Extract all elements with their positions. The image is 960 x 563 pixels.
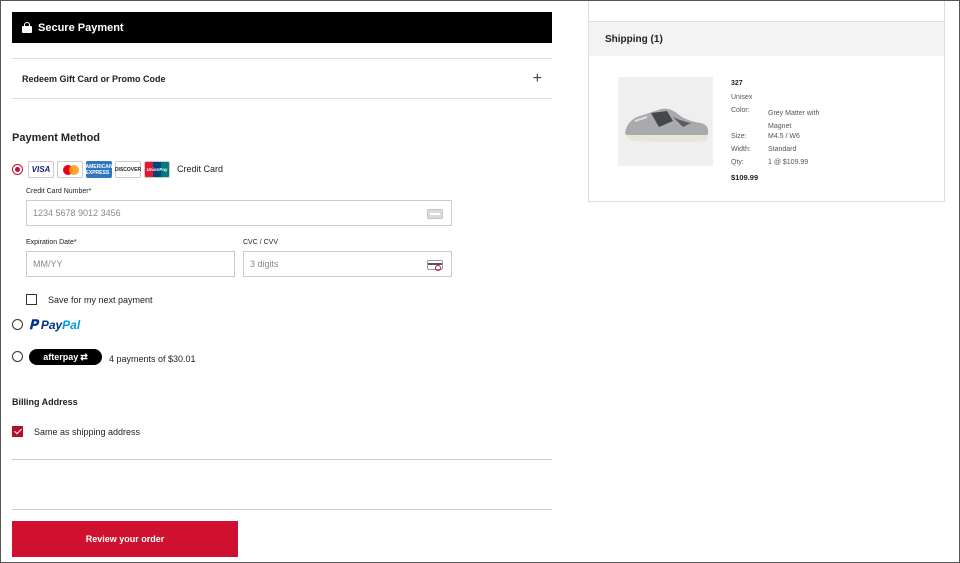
divider [12, 509, 552, 510]
promo-code-toggle[interactable]: Redeem Gift Card or Promo Code + [12, 58, 552, 99]
mastercard-icon [57, 161, 83, 178]
expiration-label: Expiration Date* [26, 239, 77, 246]
cvc-card-icon [427, 260, 443, 271]
review-order-button[interactable]: Review your order [12, 521, 238, 557]
product-gender: Unisex [731, 94, 753, 101]
expiration-input[interactable]: MM/YY [26, 251, 235, 277]
card-number-label: Credit Card Number* [26, 188, 92, 195]
payment-method-title: Payment Method [12, 132, 101, 144]
afterpay-radio[interactable] [12, 351, 23, 362]
order-summary: Shipping (1) 327 Unisex Color: Grey Matt… [588, 1, 945, 202]
product-name: 327 [731, 80, 743, 87]
secure-payment-header: Secure Payment [12, 12, 552, 43]
afterpay-arrows-icon: ⇄ [80, 351, 88, 362]
paypal-p-icon: 𝐏 [29, 317, 38, 332]
unionpay-icon: UnionPay [144, 161, 170, 178]
paypal-radio[interactable] [12, 319, 23, 330]
paypal-pay-text: Pay [40, 318, 63, 332]
qty-label: Qty: [731, 159, 744, 166]
afterpay-logo: afterpay ⇄ [29, 349, 102, 365]
paypal-logo: 𝐏 PayPal [29, 317, 80, 333]
save-payment-checkbox[interactable] [26, 294, 37, 305]
cvc-input[interactable]: 3 digits [243, 251, 452, 277]
save-payment-label: Save for my next payment [48, 295, 153, 305]
cvc-placeholder: 3 digits [250, 259, 279, 269]
width-label: Width: [731, 146, 751, 153]
card-logos: VISA AMERICAN EXPRESS DISCOVER UnionPay [28, 161, 170, 178]
visa-icon: VISA [28, 161, 54, 178]
paypal-pal-text: Pal [62, 318, 81, 332]
discover-icon: DISCOVER [115, 161, 141, 178]
sneaker-icon [624, 108, 708, 142]
amex-icon: AMERICAN EXPRESS [86, 161, 112, 178]
same-as-shipping-checkbox[interactable] [12, 426, 23, 437]
billing-address-title: Billing Address [12, 397, 78, 407]
width-value: Standard [768, 146, 797, 153]
plus-icon[interactable]: + [533, 70, 542, 87]
promo-label: Redeem Gift Card or Promo Code [22, 73, 166, 84]
shipping-header: Shipping (1) [589, 22, 944, 56]
size-value: M4.5 / W6 [768, 133, 800, 140]
afterpay-logo-text: afterpay [43, 352, 79, 362]
expiration-placeholder: MM/YY [33, 259, 63, 269]
color-value: Grey Matter with Magnet [768, 110, 820, 130]
size-label: Size: [731, 133, 747, 140]
lock-icon [22, 22, 32, 33]
credit-card-label: Credit Card [177, 164, 224, 174]
color-label: Color: [731, 107, 750, 114]
credit-card-radio[interactable] [12, 164, 23, 175]
divider [12, 459, 552, 460]
card-icon [427, 209, 443, 219]
cvc-label: CVC / CVV [243, 239, 279, 246]
product-image [618, 77, 713, 166]
card-number-input[interactable]: 1234 5678 9012 3456 [26, 200, 452, 226]
product-price: $109.99 [731, 173, 759, 182]
qty-value: 1 @ $109.99 [768, 159, 809, 166]
secure-payment-title: Secure Payment [38, 21, 124, 34]
same-as-shipping-label: Same as shipping address [34, 427, 141, 437]
card-number-placeholder: 1234 5678 9012 3456 [33, 208, 121, 218]
afterpay-installments: 4 payments of $30.01 [109, 354, 196, 364]
